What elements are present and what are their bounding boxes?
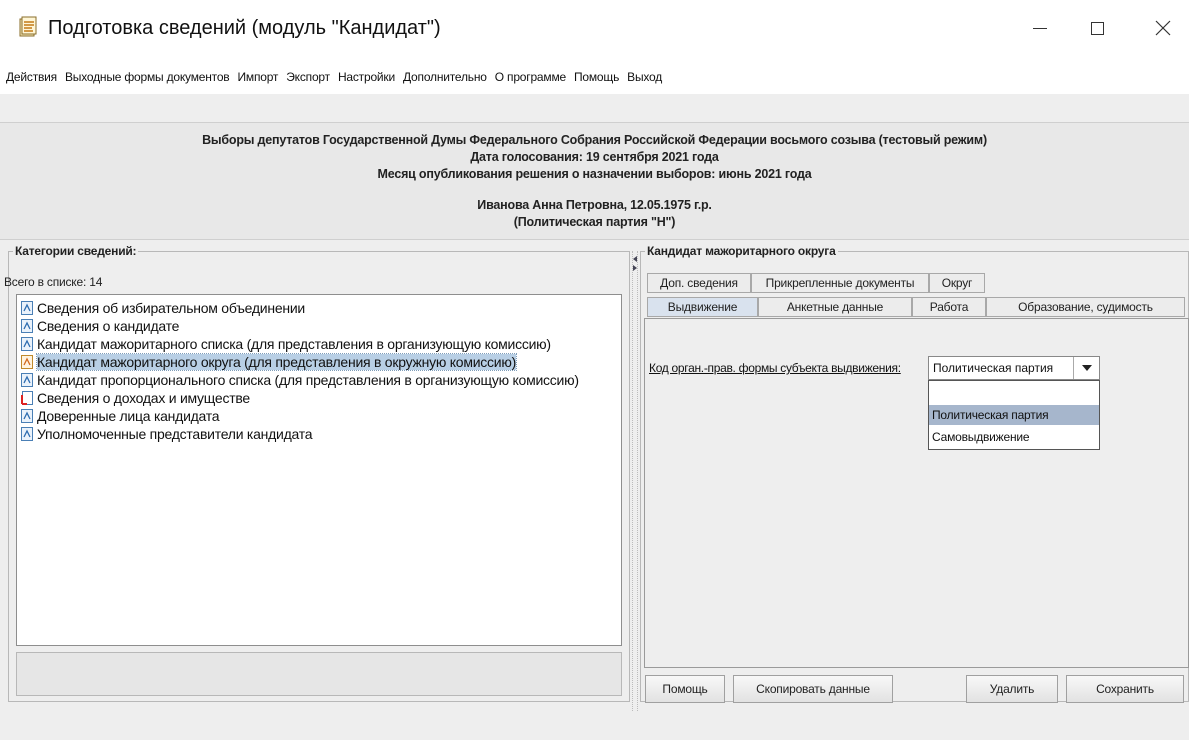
election-title: Выборы депутатов Государственной Думы Фе… xyxy=(202,133,987,147)
doc-icon xyxy=(21,336,33,351)
save-button[interactable]: Сохранить xyxy=(1066,675,1184,703)
window-title: Подготовка сведений (модуль "Кандидат") xyxy=(48,17,441,39)
tab-questionnaire[interactable]: Анкетные данные xyxy=(758,297,912,317)
tab-attached-documents[interactable]: Прикрепленные документы xyxy=(751,273,929,293)
list-item-selected[interactable]: Кандидат мажоритарного округа (для предс… xyxy=(21,352,517,371)
detail-legend: Кандидат мажоритарного округа xyxy=(645,244,838,258)
list-count: Всего в списке: 14 xyxy=(4,275,103,289)
category-list[interactable]: Сведения об избирательном объединении Св… xyxy=(16,294,622,646)
minimize-icon xyxy=(1033,27,1047,29)
tab-district[interactable]: Округ xyxy=(929,273,985,293)
candidate-name: Иванова Анна Петровна, 12.05.1975 г.р. xyxy=(477,198,712,212)
dropdown-option-empty[interactable] xyxy=(929,383,1099,403)
select-dropdown-button[interactable] xyxy=(1073,357,1099,379)
list-item-label: Сведения о кандидате xyxy=(37,317,180,334)
menu-import[interactable]: Импорт xyxy=(233,70,282,84)
list-item-label: Сведения об избирательном объединении xyxy=(37,299,305,316)
maximize-icon xyxy=(1090,21,1104,35)
maximize-button[interactable] xyxy=(1074,10,1120,46)
panel-splitter[interactable] xyxy=(632,251,638,711)
list-item[interactable]: Доверенные лица кандидата xyxy=(21,407,220,424)
close-icon xyxy=(1155,20,1171,36)
doc-icon xyxy=(21,408,33,423)
doc-icon xyxy=(21,300,33,315)
list-item-label: Сведения о доходах и имуществе xyxy=(37,389,250,406)
menu-actions[interactable]: Действия xyxy=(2,70,61,84)
list-item[interactable]: Сведения об избирательном объединении xyxy=(21,299,305,316)
list-item-label: Кандидат пропорционального списка (для п… xyxy=(37,371,579,388)
nomination-form-label: Код орган.-прав. формы субъекта выдвижен… xyxy=(649,361,901,375)
voting-date: Дата голосования: 19 сентября 2021 года xyxy=(470,150,719,164)
list-item[interactable]: Кандидат пропорционального списка (для п… xyxy=(21,371,579,388)
doc-icon xyxy=(21,318,33,333)
dropdown-option-party[interactable]: Политическая партия xyxy=(929,405,1099,425)
category-details-box xyxy=(16,652,622,696)
menu-bar: Действия Выходные формы документов Импор… xyxy=(0,60,1189,94)
list-item-label: Уполномоченные представители кандидата xyxy=(37,425,313,442)
menu-settings[interactable]: Настройки xyxy=(334,70,399,84)
dropdown-option-self-nomination[interactable]: Самовыдвижение xyxy=(929,427,1099,447)
menu-help[interactable]: Помощь xyxy=(570,70,623,84)
list-item-label: Кандидат мажоритарного списка (для предс… xyxy=(37,335,551,352)
menu-exit[interactable]: Выход xyxy=(623,70,666,84)
help-button[interactable]: Помощь xyxy=(645,675,725,703)
tab-additional-info[interactable]: Доп. сведения xyxy=(647,273,751,293)
doc-red-icon xyxy=(21,390,33,405)
tab-nomination[interactable]: Выдвижение xyxy=(647,297,758,317)
menu-additional[interactable]: Дополнительно xyxy=(399,70,491,84)
election-info-panel: Выборы депутатов Государственной Думы Фе… xyxy=(0,122,1189,240)
list-item[interactable]: Кандидат мажоритарного списка (для предс… xyxy=(21,335,551,352)
select-dropdown-list: Политическая партия Самовыдвижение xyxy=(928,380,1100,450)
list-item[interactable]: Уполномоченные представители кандидата xyxy=(21,425,313,442)
doc-icon xyxy=(21,372,33,387)
menu-about[interactable]: О программе xyxy=(491,70,570,84)
title-bar: Подготовка сведений (модуль "Кандидат") xyxy=(0,0,1189,60)
select-value: Политическая партия xyxy=(933,361,1054,375)
list-item[interactable]: Сведения о кандидате xyxy=(21,317,179,334)
categories-legend: Категории сведений: xyxy=(13,244,139,258)
tab-work[interactable]: Работа xyxy=(912,297,986,317)
copy-data-button[interactable]: Скопировать данные xyxy=(733,675,893,703)
app-icon xyxy=(18,16,38,38)
chevron-down-icon xyxy=(1081,365,1092,371)
splitter-arrow-icon[interactable] xyxy=(631,255,639,273)
list-item-label: Кандидат мажоритарного округа (для предс… xyxy=(36,352,517,371)
toolstrip xyxy=(0,94,1189,122)
list-item[interactable]: Сведения о доходах и имуществе xyxy=(21,389,250,406)
menu-export[interactable]: Экспорт xyxy=(282,70,334,84)
tab-education[interactable]: Образование, судимость xyxy=(986,297,1185,317)
minimize-button[interactable] xyxy=(1017,10,1063,46)
close-button[interactable] xyxy=(1140,10,1186,46)
delete-button[interactable]: Удалить xyxy=(966,675,1058,703)
nomination-form-select[interactable]: Политическая партия xyxy=(928,356,1100,380)
menu-output-forms[interactable]: Выходные формы документов xyxy=(61,70,233,84)
publication-month: Месяц опубликования решения о назначении… xyxy=(377,167,812,181)
doc-edit-icon xyxy=(21,354,33,369)
candidate-party: (Политическая партия "Н") xyxy=(513,215,676,229)
doc-icon xyxy=(21,426,33,441)
list-item-label: Доверенные лица кандидата xyxy=(37,407,220,424)
